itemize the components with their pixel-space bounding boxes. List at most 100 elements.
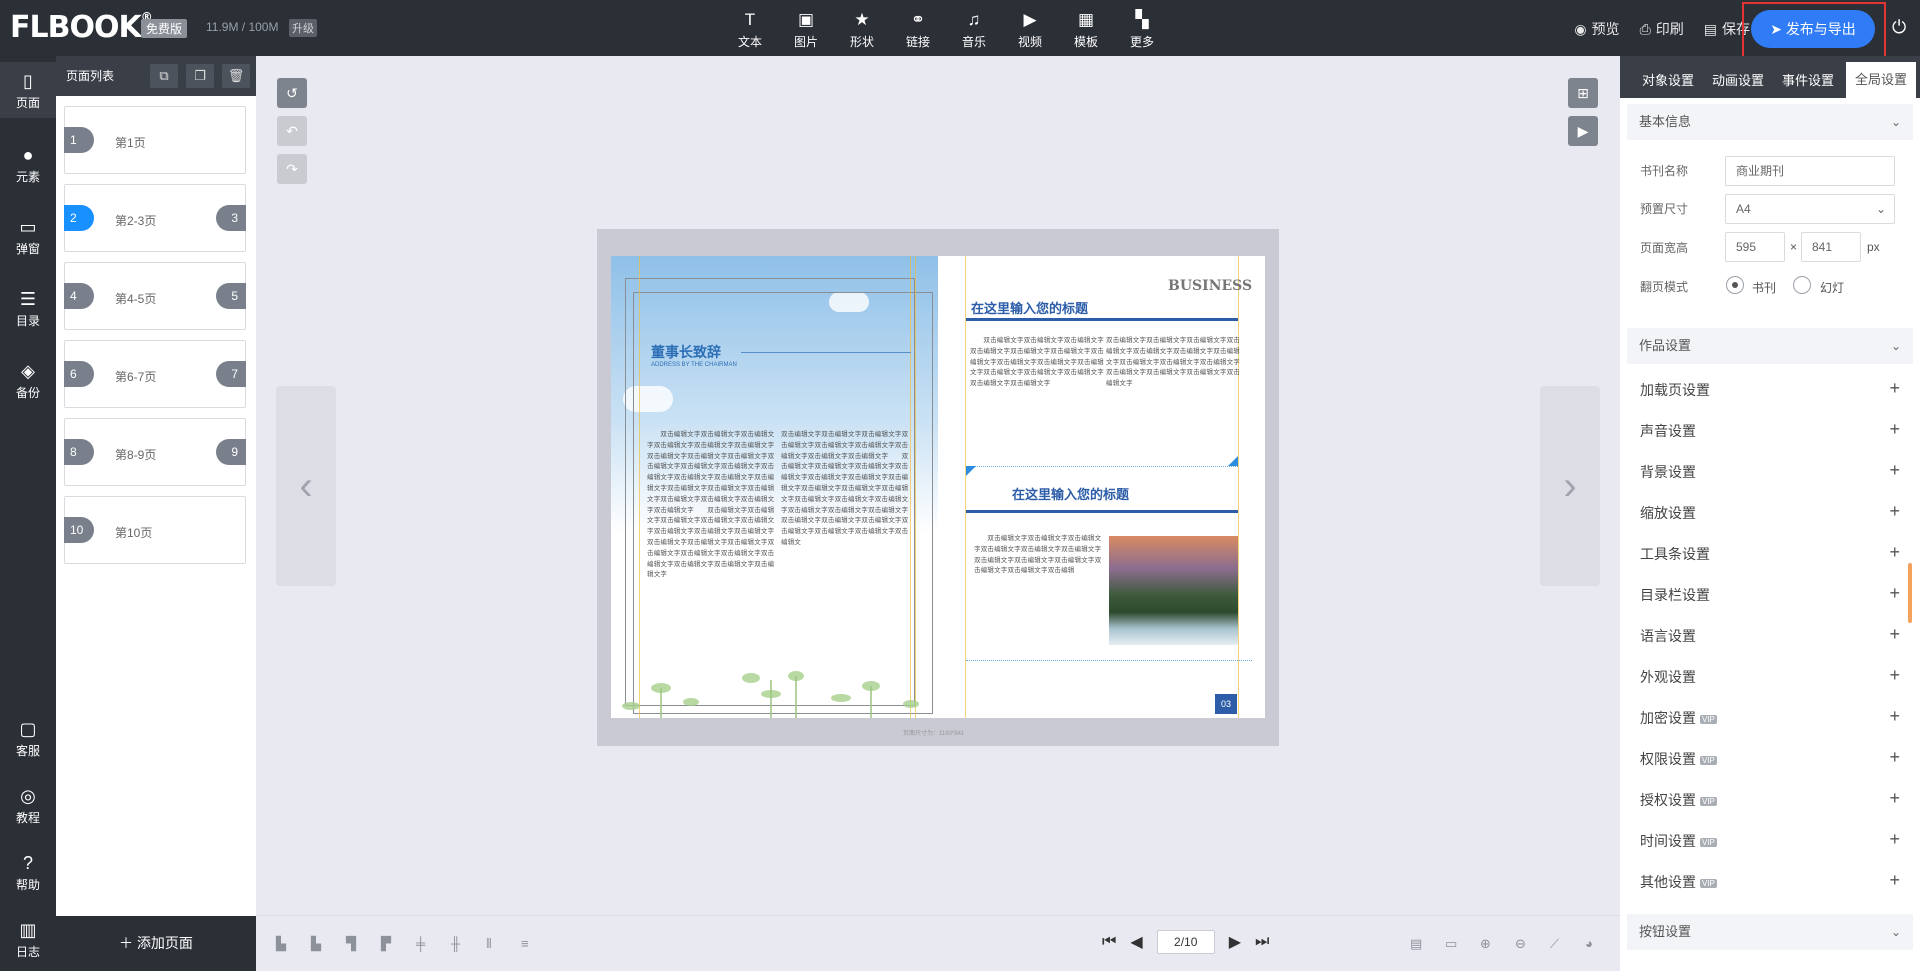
setting-encryption[interactable]: 加密设置 VIP + <box>1640 706 1900 728</box>
tool-link[interactable]: ⚭ 链接 <box>890 10 946 50</box>
mill-photo[interactable] <box>1109 536 1238 645</box>
tool-image[interactable]: ▣ 图片 <box>778 10 834 50</box>
publish-export-button[interactable]: ➤ 发布与导出 <box>1751 10 1875 48</box>
body-text-col3[interactable]: 双击编辑文字双击编辑文字双击编辑文字双击编辑文字双击编辑文字双击编辑文字双击编辑… <box>974 534 1104 644</box>
next-page-icon[interactable]: ▶ <box>1229 932 1241 952</box>
setting-appearance[interactable]: 外观设置 + <box>1640 665 1900 687</box>
nav-backup[interactable]: ◈ 备份 <box>0 360 56 401</box>
setting-zoom[interactable]: 缩放设置 + <box>1640 501 1900 523</box>
logo[interactable]: FLBOOK® <box>10 10 153 45</box>
nav-help[interactable]: ? 帮助 <box>0 852 56 893</box>
fit-width-icon[interactable]: ▭ <box>1445 936 1457 952</box>
book-name-input[interactable]: 商业期刊 <box>1725 156 1895 186</box>
tab-object[interactable]: 对象设置 <box>1642 70 1694 89</box>
page-width-input[interactable]: 595 <box>1725 232 1785 262</box>
setting-language[interactable]: 语言设置 + <box>1640 624 1900 646</box>
body-text-col2[interactable]: 双击编辑文字双击编辑文字双击编辑文字双击编辑文字双击编辑文字双击编辑文字双击编辑… <box>781 430 911 630</box>
setting-background[interactable]: 背景设置 + <box>1640 460 1900 482</box>
tool-shape[interactable]: ★ 形状 <box>834 10 890 50</box>
tool-video[interactable]: ▶ 视频 <box>1002 10 1058 50</box>
tool-text[interactable]: T 文本 <box>722 10 778 50</box>
zoom-out-icon[interactable]: ⊖ <box>1515 936 1526 952</box>
last-page-icon[interactable]: ⏭ <box>1255 933 1269 951</box>
chairman-title[interactable]: 董事长致辞 <box>651 342 721 362</box>
nav-tutorial[interactable]: ◎ 教程 <box>0 785 56 826</box>
page-height-input[interactable]: 841 <box>1801 232 1861 262</box>
distribute-v-icon[interactable]: ≡ <box>521 936 529 951</box>
redo-button[interactable]: ↷ <box>277 154 307 184</box>
page-number-input[interactable]: 2/10 <box>1156 930 1215 954</box>
history-button[interactable]: ↺ <box>277 78 307 108</box>
copy-page-button[interactable]: ⧉ <box>150 64 178 88</box>
nav-page[interactable]: ▯ 页面 <box>0 62 56 118</box>
business-logo[interactable]: BUSINESS <box>1168 278 1252 294</box>
nav-toc[interactable]: ☰ 目录 <box>0 288 56 329</box>
setting-other[interactable]: 其他设置 VIP + <box>1640 870 1900 892</box>
nav-service[interactable]: ▢ 客服 <box>0 718 56 759</box>
nav-log[interactable]: ▥ 日志 <box>0 919 56 960</box>
duplicate-icon: ❐ <box>194 68 206 83</box>
section-button-settings[interactable]: 按钮设置 ⌄ <box>1627 914 1913 950</box>
add-layer-button[interactable]: ⊞ <box>1568 78 1598 108</box>
left-page[interactable]: 董事长致辞 ADDRESS BY THE CHAIRMAN 双击编辑文字双击编辑… <box>611 256 938 718</box>
section-basic-info[interactable]: 基本信息 ⌄ <box>1627 104 1913 140</box>
prev-page-icon[interactable]: ◀ <box>1130 932 1142 952</box>
page-card[interactable]: 4 第4-5页 5 <box>64 262 246 330</box>
radio-slide[interactable] <box>1793 276 1811 294</box>
ruler-icon[interactable]: ⟋ <box>1550 936 1559 952</box>
body-text-col1[interactable]: 双击编辑文字双击编辑文字双击编辑文字双击编辑文字双击编辑文字双击编辑文字双击编辑… <box>970 336 1104 436</box>
first-page-icon[interactable]: ⏮ <box>1102 933 1116 951</box>
setting-permission[interactable]: 权限设置 VIP + <box>1640 747 1900 769</box>
play-preview-button[interactable]: ▶ <box>1568 116 1598 146</box>
align-bottom-icon[interactable]: ╫ <box>451 936 460 951</box>
upgrade-button[interactable]: 升级 <box>289 19 317 37</box>
panel-scrollbar[interactable] <box>1908 563 1912 623</box>
single-page-icon[interactable]: ▤ <box>1410 936 1422 952</box>
align-right-icon[interactable]: ▜ <box>346 936 356 952</box>
section-work-settings[interactable]: 作品设置 ⌄ <box>1627 328 1913 364</box>
setting-toolbar[interactable]: 工具条设置 + <box>1640 542 1900 564</box>
section-title-2[interactable]: 在这里输入您的标题 <box>1012 484 1129 503</box>
tool-more[interactable]: ▚ 更多 <box>1114 10 1170 50</box>
body-text-col2[interactable]: 双击编辑文字双击编辑文字双击编辑文字双击编辑文字双击编辑文字双击编辑文字双击编辑… <box>1106 336 1240 436</box>
chairman-subtitle[interactable]: ADDRESS BY THE CHAIRMAN <box>651 362 737 368</box>
tab-event[interactable]: 事件设置 <box>1782 70 1834 89</box>
delete-page-button[interactable]: 🗑 <box>222 64 250 88</box>
setting-authorization[interactable]: 授权设置 VIP + <box>1640 788 1900 810</box>
add-page-button[interactable]: ＋ 添加页面 <box>56 916 256 971</box>
tool-template[interactable]: ▦ 模板 <box>1058 10 1114 50</box>
nav-popup[interactable]: ▭ 弹窗 <box>0 216 56 257</box>
right-page[interactable]: 在这里输入您的标题 BUSINESS 双击编辑文字双击编辑文字双击编辑文字双击编… <box>938 256 1265 718</box>
distribute-h-icon[interactable]: ⦀ <box>486 936 492 952</box>
align-center-icon[interactable]: ▙ <box>311 936 321 952</box>
prev-page-arrow[interactable]: ‹ <box>276 386 336 586</box>
preset-size-select[interactable]: A4 ⌄ <box>1725 194 1895 224</box>
tool-music[interactable]: ♫ 音乐 <box>946 10 1002 50</box>
tab-animation[interactable]: 动画设置 <box>1712 70 1764 89</box>
page-card[interactable]: 2 第2-3页 3 <box>64 184 246 252</box>
setting-time[interactable]: 时间设置 VIP + <box>1640 829 1900 851</box>
body-text-col1[interactable]: 双击编辑文字双击编辑文字双击编辑文字双击编辑文字双击编辑文字双击编辑文字双击编辑… <box>647 430 777 630</box>
theme-icon[interactable]: ◕ <box>1585 936 1593 951</box>
page-card[interactable]: 8 第8-9页 9 <box>64 418 246 486</box>
section-title-1[interactable]: 在这里输入您的标题 <box>971 298 1088 317</box>
align-middle-icon[interactable]: ╪ <box>416 936 425 951</box>
setting-toc-bar[interactable]: 目录栏设置 + <box>1640 583 1900 605</box>
page-card[interactable]: 10 第10页 <box>64 496 246 564</box>
setting-sound[interactable]: 声音设置 + <box>1640 419 1900 441</box>
align-top-icon[interactable]: ▛ <box>381 936 391 952</box>
page-card[interactable]: 1 第1页 <box>64 106 246 174</box>
preview-button[interactable]: ◉ 预览 <box>1574 19 1619 39</box>
duplicate-page-button[interactable]: ❐ <box>186 64 214 88</box>
zoom-in-icon[interactable]: ⊕ <box>1480 936 1491 952</box>
tab-global[interactable]: 全局设置 <box>1846 62 1917 98</box>
setting-loading[interactable]: 加载页设置 + <box>1640 378 1900 400</box>
print-button[interactable]: ⎙ 印刷 <box>1640 19 1684 39</box>
nav-elements[interactable]: ● 元素 <box>0 144 56 185</box>
next-page-arrow[interactable]: › <box>1540 386 1600 586</box>
radio-book[interactable] <box>1726 276 1744 294</box>
align-left-icon[interactable]: ▙ <box>276 936 286 952</box>
page-card[interactable]: 6 第6-7页 7 <box>64 340 246 408</box>
power-icon[interactable]: ⏻ <box>1892 17 1906 38</box>
undo-button[interactable]: ↶ <box>277 116 307 146</box>
